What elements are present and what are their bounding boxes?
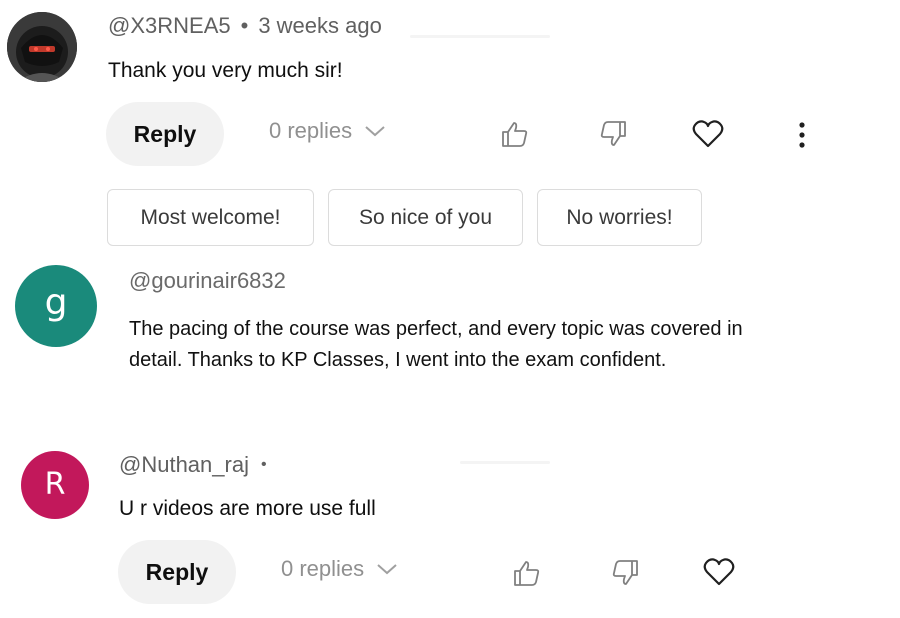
chevron-down-icon <box>377 564 397 575</box>
heart-icon[interactable] <box>701 554 737 590</box>
heart-icon[interactable] <box>690 116 726 152</box>
thumbs-down-icon[interactable] <box>597 117 631 151</box>
reply-button[interactable]: Reply <box>118 540 236 604</box>
suggested-reply-chip[interactable]: So nice of you <box>328 189 523 246</box>
replies-count-label: 0 replies <box>281 556 365 581</box>
avatar[interactable]: g <box>15 265 97 347</box>
comment-author-handle[interactable]: @Nuthan_raj <box>119 452 249 478</box>
avatar-letter: g <box>44 282 68 323</box>
replies-toggle[interactable]: 0 replies <box>281 556 398 582</box>
comment-text: Thank you very much sir! <box>108 59 343 82</box>
more-vert-icon[interactable] <box>790 118 814 152</box>
comment-header: @X3RNEA5 • 3 weeks ago <box>108 13 382 39</box>
thumbs-down-icon[interactable] <box>609 556 643 590</box>
meta-separator: • <box>260 456 267 473</box>
blur-artifact <box>410 35 550 38</box>
avatar[interactable]: R <box>21 451 89 519</box>
comment-text: The pacing of the course was perfect, an… <box>129 318 743 371</box>
comment-header: @Nuthan_raj • <box>119 452 267 478</box>
comment-author-handle[interactable]: @gourinair6832 <box>129 268 286 294</box>
chevron-down-icon <box>365 126 385 137</box>
suggested-reply-chip[interactable]: Most welcome! <box>107 189 314 246</box>
thumbs-up-icon[interactable] <box>509 556 543 590</box>
blur-artifact <box>460 461 550 464</box>
reply-button[interactable]: Reply <box>106 102 224 166</box>
thumbs-up-icon[interactable] <box>497 117 531 151</box>
avatar-letter: R <box>44 467 66 502</box>
comment-text: U r videos are more use full <box>119 497 376 520</box>
suggested-reply-chip[interactable]: No worries! <box>537 189 702 246</box>
comment-author-handle[interactable]: @X3RNEA5 <box>108 13 231 39</box>
comment-timestamp[interactable]: 3 weeks ago <box>258 13 382 39</box>
helmet-avatar-image <box>7 12 77 82</box>
replies-toggle[interactable]: 0 replies <box>269 118 386 144</box>
replies-count-label: 0 replies <box>269 118 353 143</box>
avatar[interactable] <box>7 12 77 82</box>
meta-separator: • <box>240 13 249 38</box>
